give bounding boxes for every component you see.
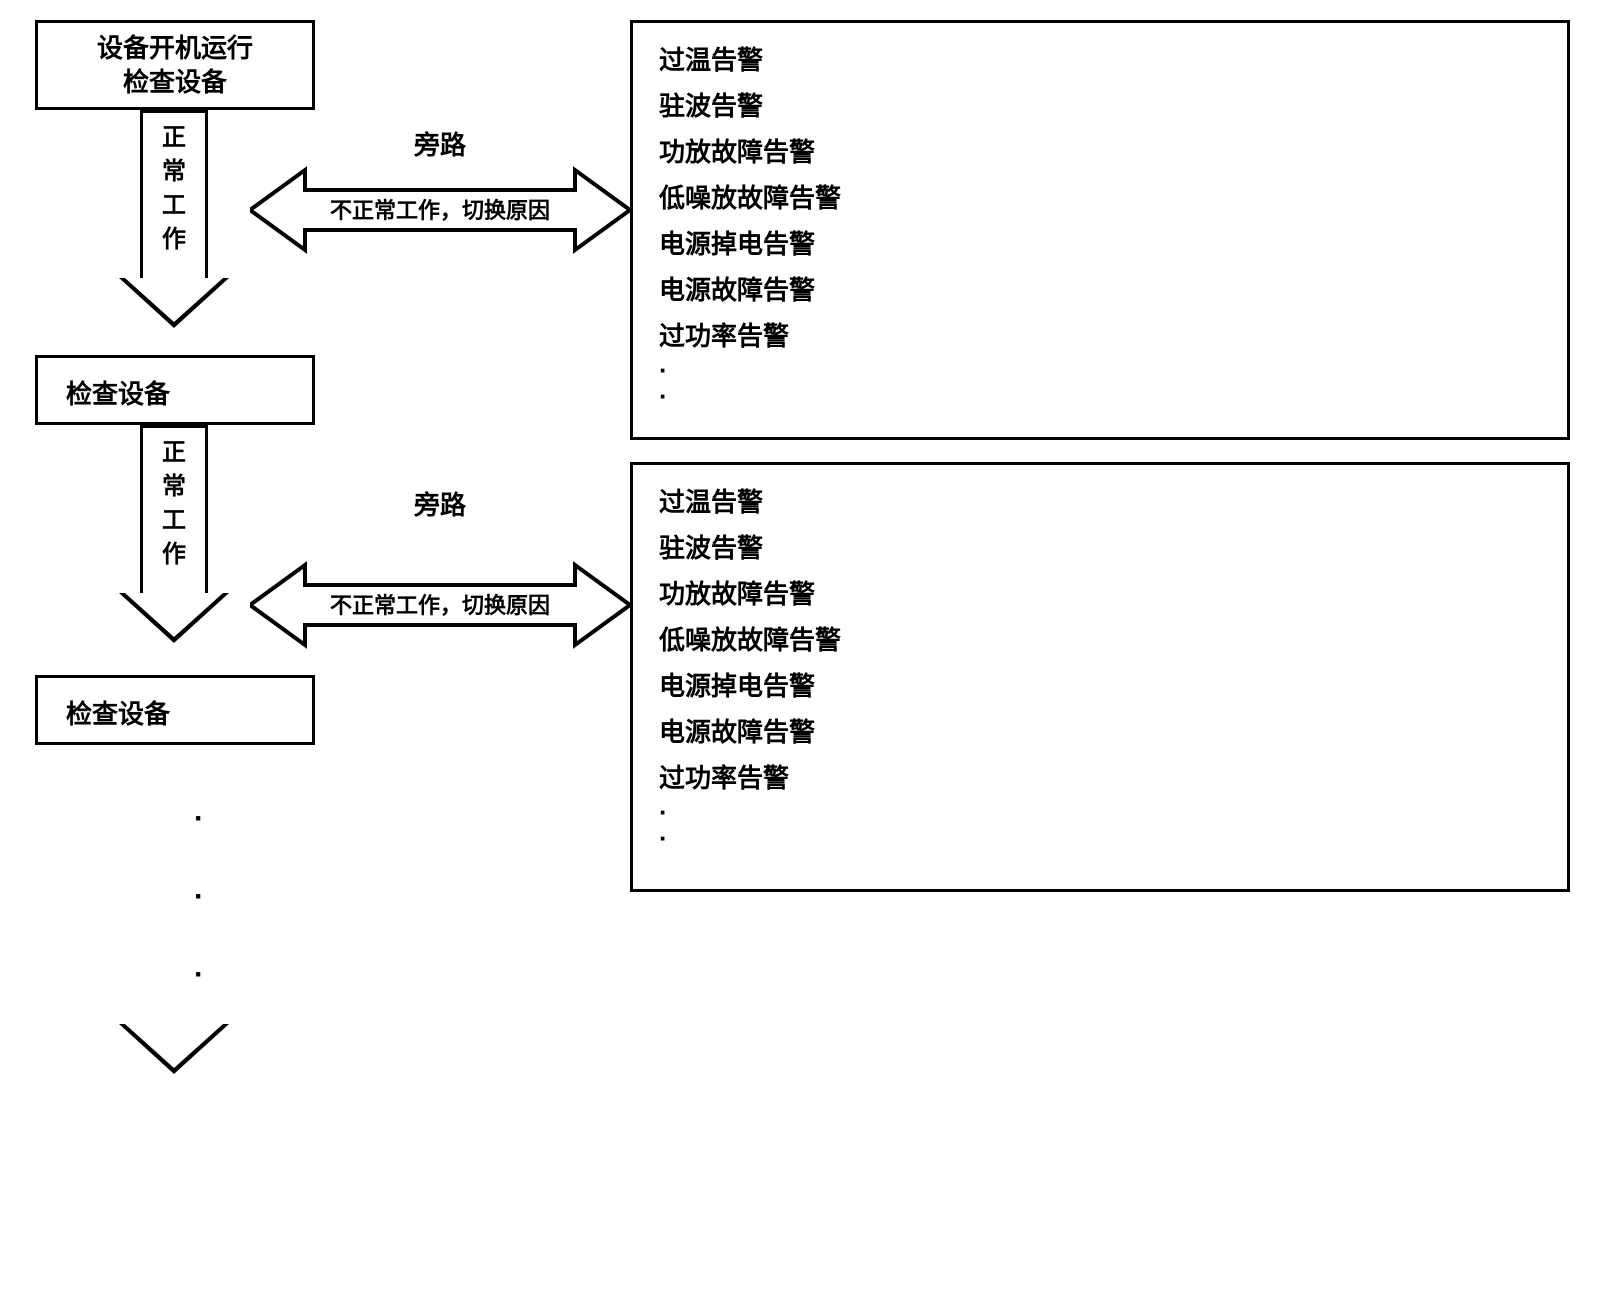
bypass-reason-2: 不正常工作，切换原因 <box>310 588 570 620</box>
normal-op-char2: 常 <box>162 158 186 185</box>
start-line2: 检查设备 <box>123 67 227 97</box>
bypass-arrow-2: 旁路 不正常工作，切换原因 <box>250 560 630 650</box>
alarm-item: 电源掉电告警 <box>659 663 1541 709</box>
alarm-box-1: 过温告警 驻波告警 功放故障告警 低噪放故障告警 电源掉电告警 电源故障告警 过… <box>630 20 1570 440</box>
normal-op-char3: 工 <box>162 192 186 219</box>
dot1: · <box>194 802 204 835</box>
normal-op-char3b: 工 <box>162 507 186 534</box>
alarm-item: 过功率告警 <box>659 755 1541 801</box>
bypass-arrow-1: 旁路 不正常工作，切换原因 <box>250 165 630 255</box>
start-box: 设备开机运行 检查设备 <box>35 20 315 110</box>
alarm-item: 低噪放故障告警 <box>659 617 1541 663</box>
alarm-item: 低噪放故障告警 <box>659 175 1541 221</box>
normal-op-char4: 作 <box>162 226 186 253</box>
normal-op-char4b: 作 <box>162 541 186 568</box>
dot2: · <box>194 880 204 913</box>
alarm-ellipsis: · <box>659 381 1541 411</box>
alarm-item: 电源故障告警 <box>659 709 1541 755</box>
bypass-reason-1: 不正常工作，切换原因 <box>310 193 570 225</box>
alarm-item: 电源掉电告警 <box>659 221 1541 267</box>
check-label-1: 检查设备 <box>66 379 170 409</box>
bypass-label-1: 旁路 <box>250 125 630 162</box>
alarm-box-2: 过温告警 驻波告警 功放故障告警 低噪放故障告警 电源掉电告警 电源故障告警 过… <box>630 462 1570 892</box>
start-line1: 设备开机运行 <box>97 33 253 63</box>
alarm-item: 过功率告警 <box>659 313 1541 359</box>
check-label-2: 检查设备 <box>66 699 170 729</box>
down-arrow-2: 正 常 工 作 <box>140 425 208 643</box>
normal-op-char2b: 常 <box>162 473 186 500</box>
check-box-1: 检查设备 <box>35 355 315 425</box>
alarm-item: 功放故障告警 <box>659 571 1541 617</box>
normal-op-char1b: 正 <box>162 439 186 466</box>
alarm-item: 功放故障告警 <box>659 129 1541 175</box>
check-box-2: 检查设备 <box>35 675 315 745</box>
flowchart-diagram: 设备开机运行 检查设备 正 常 工 作 旁路 不正常工作，切换原因 过温告警 驻… <box>20 20 1590 1274</box>
alarm-item: 驻波告警 <box>659 83 1541 129</box>
alarm-ellipsis: · <box>659 823 1541 853</box>
normal-op-char1: 正 <box>162 124 186 151</box>
continuation-arrow: · · · <box>140 780 208 1074</box>
alarm-item: 电源故障告警 <box>659 267 1541 313</box>
dot3: · <box>194 958 204 991</box>
alarm-item: 过温告警 <box>659 37 1541 83</box>
alarm-item: 驻波告警 <box>659 525 1541 571</box>
down-arrow-1: 正 常 工 作 <box>140 110 208 328</box>
alarm-item: 过温告警 <box>659 479 1541 525</box>
bypass-label-2: 旁路 <box>250 485 630 522</box>
